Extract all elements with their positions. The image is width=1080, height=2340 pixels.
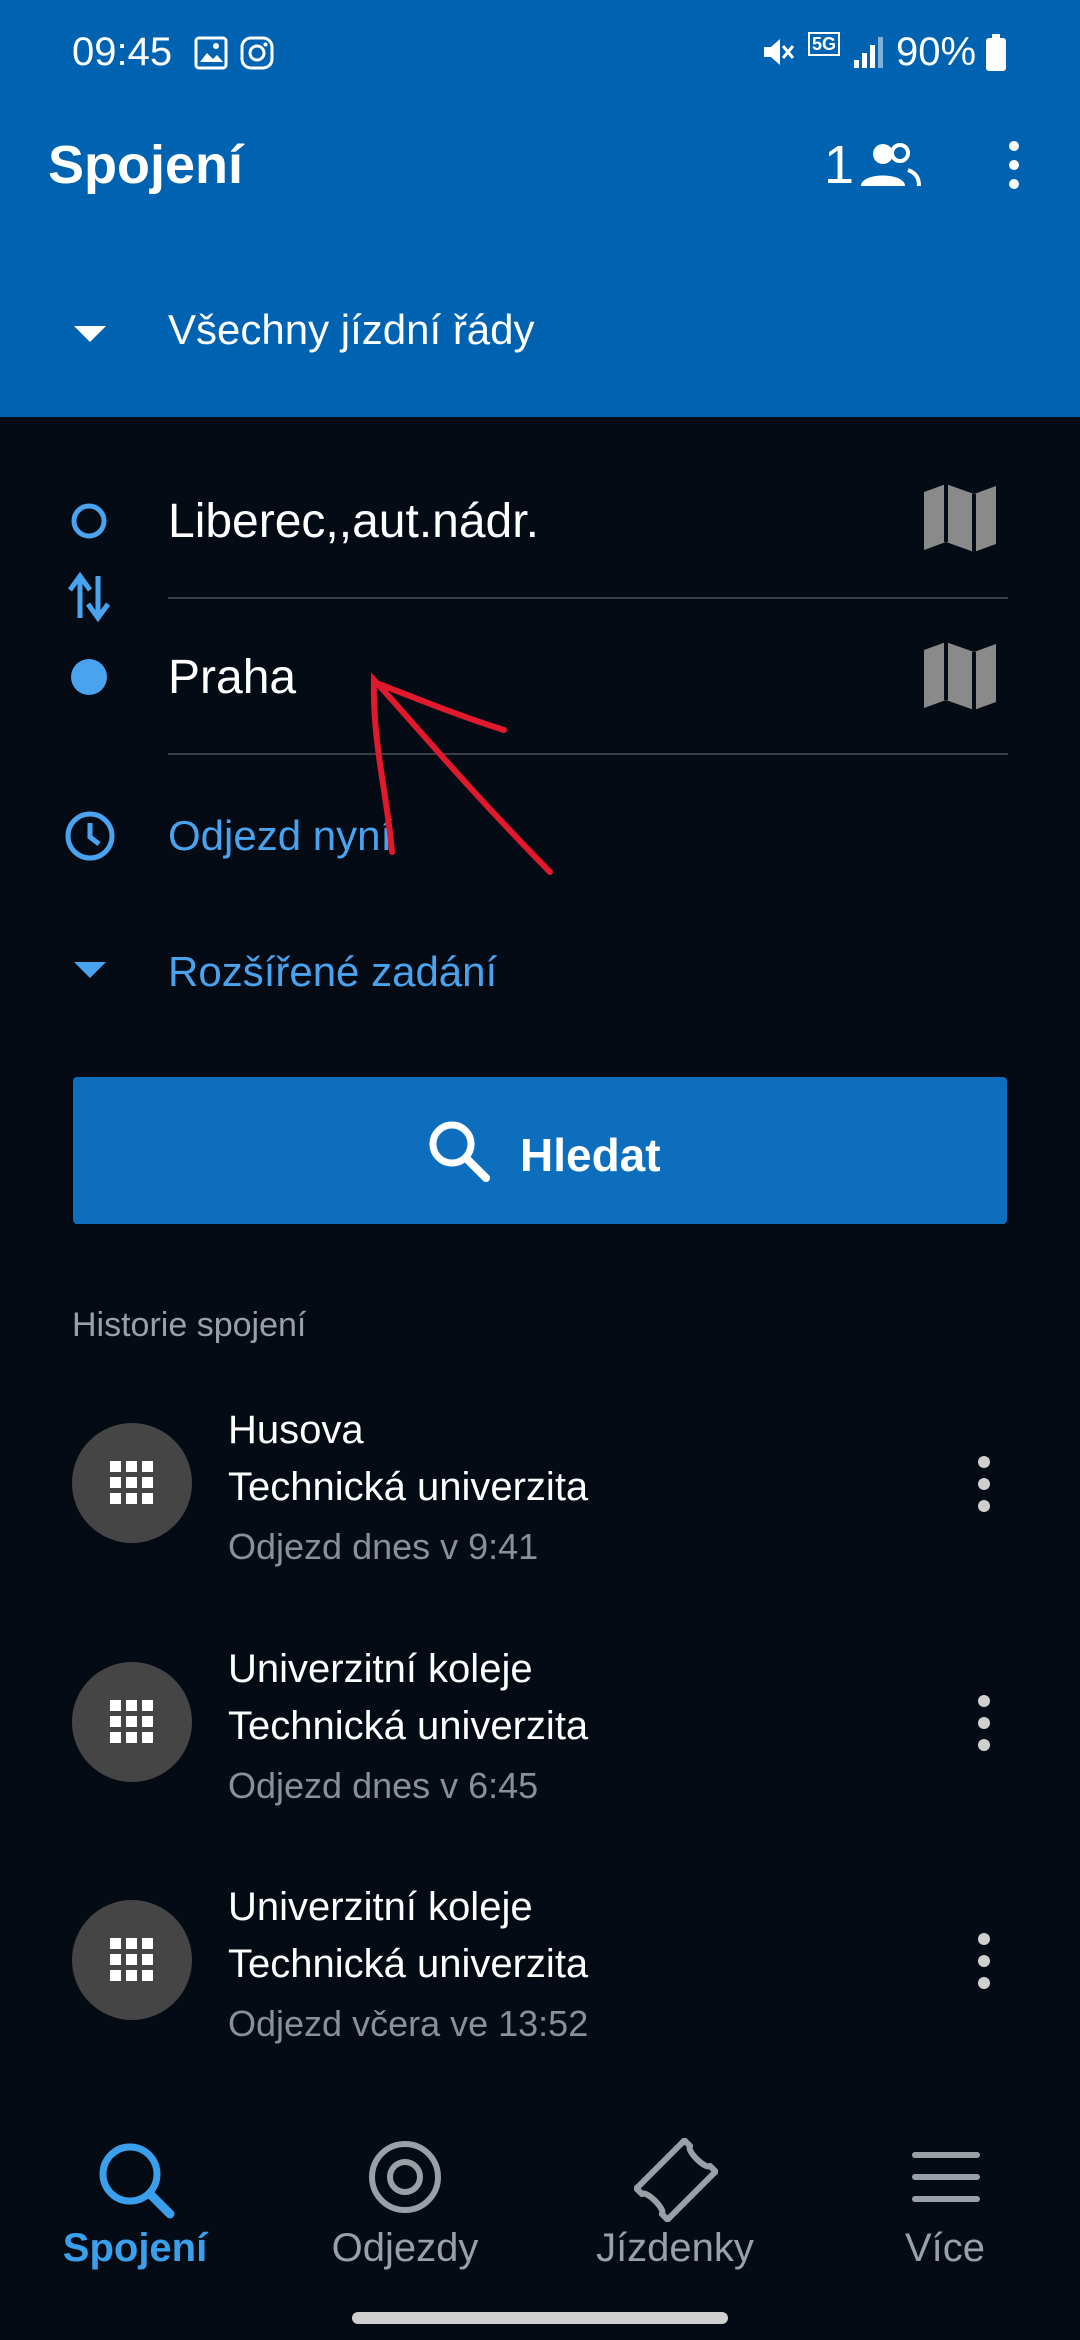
menu-icon: [912, 2152, 980, 2202]
ticket-icon: [634, 2138, 718, 2222]
timetable-selector[interactable]: Všechny jízdní řády: [168, 306, 535, 354]
swap-icon[interactable]: [66, 570, 112, 624]
battery-percent: 90%: [896, 30, 977, 74]
page-title: Spojení: [48, 135, 244, 195]
passenger-count[interactable]: 1: [824, 134, 854, 196]
history-title: Historie spojení: [72, 1306, 307, 1344]
history-item-menu-icon[interactable]: [974, 1933, 994, 1989]
to-map-icon[interactable]: [922, 640, 998, 712]
field-divider: [168, 753, 1008, 755]
gallery-notification-icon: [194, 36, 228, 70]
status-time: 09:45: [72, 30, 173, 74]
signal-icon: [854, 37, 883, 68]
nav-label-vice: Více: [904, 2226, 986, 2270]
history-item-menu-icon[interactable]: [974, 1695, 994, 1751]
history-item-time: Odjezd dnes v 9:41: [228, 1526, 539, 1567]
advanced-options-link[interactable]: Rozšířené zadání: [168, 948, 497, 996]
history-item-from[interactable]: Univerzitní koleje: [228, 1647, 533, 1692]
history-item-from[interactable]: Univerzitní koleje: [228, 1885, 533, 1930]
history-item-to[interactable]: Technická univerzita: [228, 1942, 588, 1987]
origin-circle-icon: [71, 503, 107, 539]
nav-label-jizdenky: Jízdenky: [596, 2226, 754, 2270]
target-icon: [369, 2141, 441, 2213]
overflow-menu-icon[interactable]: [1004, 140, 1024, 190]
to-field[interactable]: Praha: [168, 650, 296, 705]
chevron-down-icon[interactable]: [74, 326, 106, 344]
field-divider: [168, 597, 1008, 599]
grid-icon: [110, 1700, 153, 1743]
search-icon: [99, 2143, 175, 2219]
clock-icon: [65, 811, 115, 861]
history-item-time: Odjezd včera ve 13:52: [228, 2003, 589, 2044]
nav-label-odjezdy: Odjezdy: [331, 2226, 479, 2270]
from-map-icon[interactable]: [922, 482, 998, 554]
history-item-from[interactable]: Husova: [228, 1408, 364, 1453]
search-button-label: Hledat: [520, 1129, 661, 1181]
grid-icon: [110, 1938, 153, 1981]
home-indicator[interactable]: [352, 2312, 728, 2324]
instagram-notification-icon: [240, 36, 274, 70]
history-item-time: Odjezd dnes v 6:45: [228, 1765, 539, 1806]
nav-item-vice[interactable]: [810, 2120, 1080, 2310]
history-item-menu-icon[interactable]: [974, 1456, 994, 1512]
chevron-down-icon[interactable]: [74, 962, 106, 980]
history-item-to[interactable]: Technická univerzita: [228, 1465, 588, 1510]
battery-icon: [986, 34, 1006, 71]
nav-label-spojeni: Spojení: [62, 2226, 208, 2270]
grid-icon: [110, 1461, 153, 1504]
departure-time-link[interactable]: Odjezd nyní: [168, 812, 392, 860]
search-icon: [429, 1121, 490, 1182]
destination-dot-icon: [71, 659, 107, 695]
from-field[interactable]: Liberec,,aut.nádr.: [168, 494, 539, 549]
network-type-badge: 5G: [808, 32, 841, 56]
mute-icon: [764, 39, 795, 65]
history-item-to[interactable]: Technická univerzita: [228, 1704, 588, 1749]
passengers-icon[interactable]: [856, 140, 922, 190]
